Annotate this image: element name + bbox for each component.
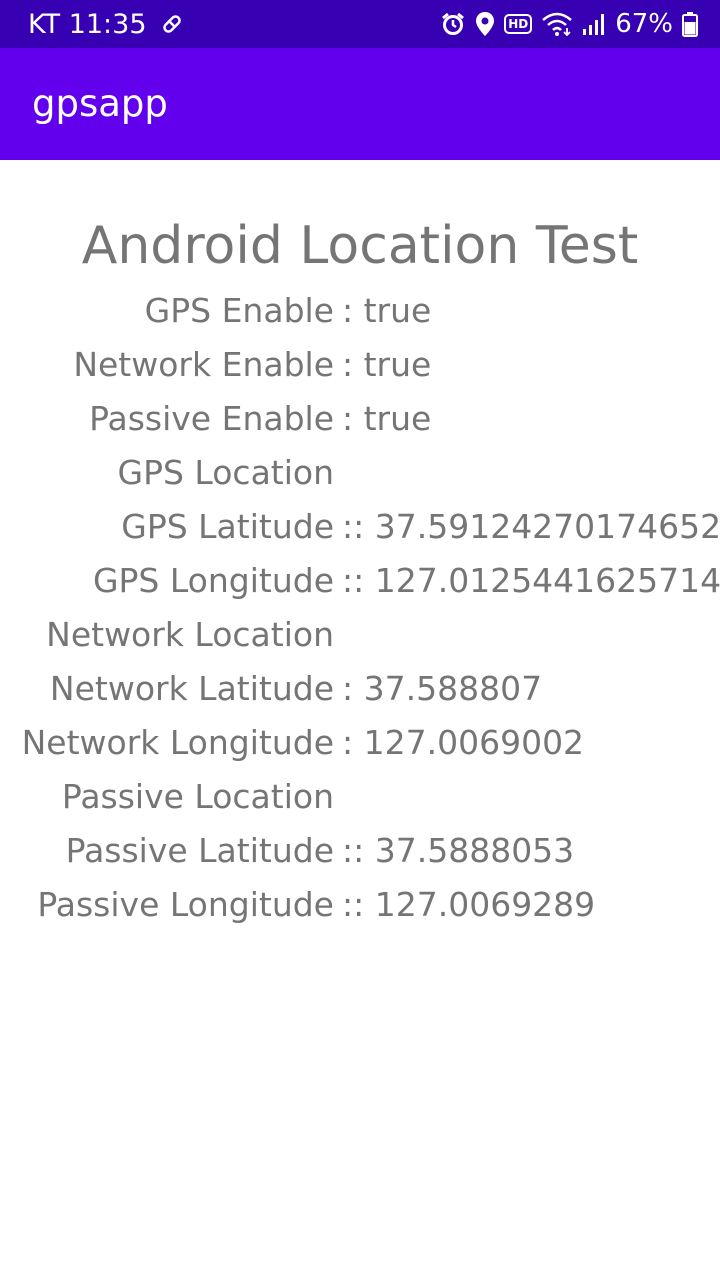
battery-percent: 67% (615, 9, 673, 39)
info-value: :: 37.59124270174652 (342, 507, 720, 546)
info-value: :: 127.0069289 (342, 885, 596, 924)
info-value: : 127.0069002 (342, 723, 585, 762)
info-label: GPS Location (117, 453, 334, 492)
info-label: GPS Longitude (92, 561, 334, 600)
app-bar: gpsapp (0, 48, 720, 160)
info-label: Network Longitude (21, 723, 334, 762)
info-row-gps-location: GPS Location (0, 446, 720, 500)
info-row-gps-enable: GPS Enable : true (0, 284, 720, 338)
battery-icon (682, 11, 698, 37)
info-row-gps-longitude: GPS Longitude :: 127.0125441625714 (0, 554, 720, 608)
status-bar: KT 11:35 HD 67% (0, 0, 720, 48)
location-pin-icon (475, 11, 495, 37)
info-label: Network Enable (73, 345, 334, 384)
signal-icon (582, 12, 606, 36)
page-title: Android Location Test (81, 216, 639, 276)
app-title: gpsapp (32, 82, 168, 125)
info-row-passive-longitude: Passive Longitude :: 127.0069289 (0, 878, 720, 932)
info-label: GPS Enable (144, 291, 334, 330)
info-row-passive-latitude: Passive Latitude :: 37.5888053 (0, 824, 720, 878)
info-label: Passive Longitude (37, 885, 334, 924)
wifi-icon (541, 12, 573, 36)
info-row-passive-enable: Passive Enable : true (0, 392, 720, 446)
info-row-passive-location: Passive Location (0, 770, 720, 824)
info-value: : 37.588807 (342, 669, 543, 708)
info-row-network-enable: Network Enable : true (0, 338, 720, 392)
info-value: : true (342, 291, 432, 330)
hd-icon: HD (504, 14, 533, 34)
info-row-network-latitude: Network Latitude : 37.588807 (0, 662, 720, 716)
info-label: Passive Location (61, 777, 334, 816)
info-label: Passive Latitude (65, 831, 334, 870)
info-value: :: 127.0125441625714 (342, 561, 720, 600)
info-label: Passive Enable (89, 399, 334, 438)
carrier-label: KT (28, 8, 61, 40)
status-left: KT 11:35 (28, 8, 183, 40)
info-label: Network Latitude (49, 669, 334, 708)
status-time: KT 11:35 (28, 9, 147, 40)
info-value: :: 37.5888053 (342, 831, 575, 870)
info-value: : true (342, 399, 432, 438)
info-value: : true (342, 345, 432, 384)
info-row-network-longitude: Network Longitude : 127.0069002 (0, 716, 720, 770)
status-right: HD 67% (440, 8, 698, 40)
info-label: GPS Latitude (121, 507, 334, 546)
info-row-network-location: Network Location (0, 608, 720, 662)
info-label: Network Location (46, 615, 334, 654)
alarm-icon (440, 11, 466, 37)
key-icon (161, 13, 183, 35)
info-row-gps-latitude: GPS Latitude :: 37.59124270174652 (0, 500, 720, 554)
clock: 11:35 (68, 8, 147, 40)
